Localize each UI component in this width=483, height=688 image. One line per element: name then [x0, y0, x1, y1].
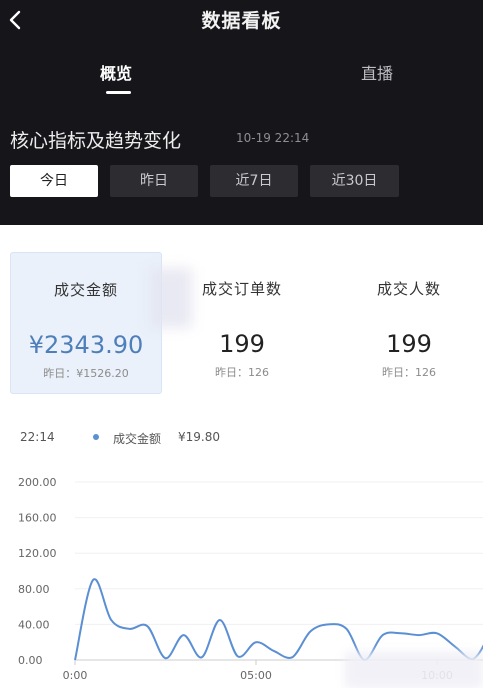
y-tick-label: 120.00	[18, 547, 57, 560]
page-title: 数据看板	[201, 10, 282, 32]
legend-time: 22:14	[20, 430, 55, 444]
filter-30days-button[interactable]: 近30日	[310, 165, 399, 197]
blur-overlay	[345, 652, 483, 688]
tab-live[interactable]: 直播	[361, 60, 393, 84]
y-tick-label: 80.00	[18, 583, 50, 596]
tab-overview[interactable]: 概览	[100, 60, 132, 84]
filter-7days-button[interactable]: 近7日	[210, 165, 298, 197]
section-title: 核心指标及趋势变化	[10, 130, 182, 152]
metric-value: 199	[386, 330, 432, 358]
legend-series: 成交金额	[113, 432, 162, 446]
section-timestamp: 10-19 22:14	[236, 131, 310, 145]
metric-label: 成交订单数	[201, 280, 282, 298]
metric-yesterday: 昨日：¥1526.20	[43, 367, 129, 380]
x-tick-label: 05:00	[240, 669, 272, 682]
legend-value: ¥19.80	[178, 430, 220, 444]
y-tick-label: 160.00	[18, 512, 57, 525]
y-tick-label: 200.00	[18, 476, 57, 489]
metric-value: 199	[219, 330, 265, 358]
dark-header-region: 数据看板 概览 直播 核心指标及趋势变化 10-19 22:14 今日 昨日 近…	[0, 0, 483, 225]
filter-yesterday-button[interactable]: 昨日	[110, 165, 198, 197]
series-line-gmv	[74, 578, 483, 662]
metric-card-orders[interactable]: 成交订单数 199 昨日：126	[166, 252, 318, 394]
metric-yesterday: 昨日：126	[215, 366, 269, 379]
legend-dot-icon	[93, 434, 99, 440]
x-tick-label: 0:00	[63, 669, 88, 682]
chart-legend: 22:14 成交金额 ¥19.80	[0, 430, 483, 446]
metric-label: 成交金额	[53, 281, 118, 299]
metric-card-gmv[interactable]: 成交金额 ¥2343.90 昨日：¥1526.20	[10, 252, 162, 394]
tab-active-indicator	[106, 91, 131, 94]
y-tick-label: 0.00	[18, 654, 43, 667]
metric-card-buyers[interactable]: 成交人数 199 昨日：126	[333, 252, 483, 394]
metric-label: 成交人数	[376, 280, 441, 298]
filter-today-button[interactable]: 今日	[10, 165, 98, 197]
metric-value: ¥2343.90	[28, 331, 144, 359]
metric-yesterday: 昨日：126	[382, 366, 436, 379]
y-tick-label: 40.00	[18, 618, 50, 631]
